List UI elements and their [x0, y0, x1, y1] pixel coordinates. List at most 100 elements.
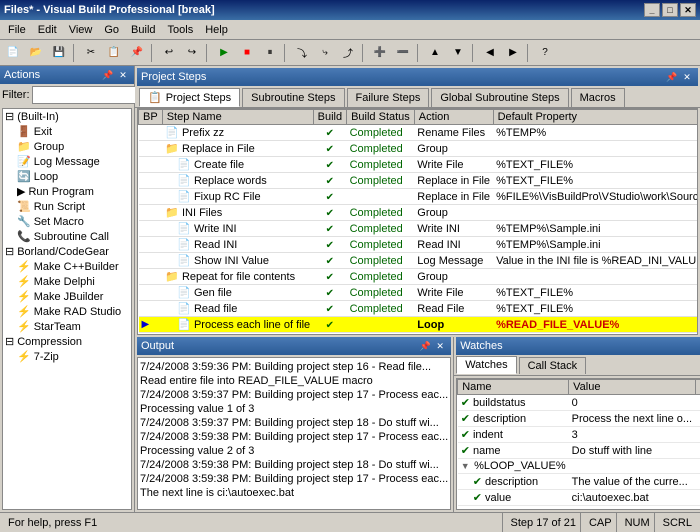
watch-row[interactable]: ✔ descriptionThe value of the curre... — [458, 474, 700, 490]
undo-button[interactable]: ↩ — [158, 42, 180, 64]
watch-row[interactable]: ✔ buildstatus0 — [458, 395, 700, 411]
tree-item-11[interactable]: ⚡Make Delphi — [3, 274, 131, 289]
table-row[interactable]: 📄 Do stuff with line✔CompletedLog Messag… — [139, 333, 699, 336]
table-row[interactable]: 📁 INI Files✔CompletedGroup — [139, 205, 699, 221]
build-cell[interactable]: ✔ — [313, 253, 346, 269]
tree-item-8[interactable]: 📞Subroutine Call — [3, 229, 131, 244]
table-row[interactable]: 📄 Fixup RC File✔Replace in File%FILE%\Vi… — [139, 189, 699, 205]
tree-item-10[interactable]: ⚡Make C++Builder — [3, 259, 131, 274]
tree-item-12[interactable]: ⚡Make JBuilder — [3, 289, 131, 304]
tree-item-6[interactable]: 📜Run Script — [3, 199, 131, 214]
ps-pin-icon[interactable]: 📌 — [665, 70, 679, 84]
maximize-button[interactable]: □ — [662, 3, 678, 17]
pin-icon[interactable]: 📌 — [101, 68, 115, 82]
menu-edit[interactable]: Edit — [32, 20, 63, 39]
tab-global-subroutine-steps[interactable]: Global Subroutine Steps — [431, 88, 568, 107]
run-button[interactable]: ▶ — [213, 42, 235, 64]
step-over-button[interactable]: ⤷ — [314, 42, 336, 64]
tree-item-1[interactable]: 🚪Exit — [3, 124, 131, 139]
out-close-icon[interactable]: ✕ — [433, 339, 447, 353]
close-button[interactable]: ✕ — [680, 3, 696, 17]
build-cell[interactable]: ✔ — [313, 125, 346, 141]
build-cell[interactable]: ✔ — [313, 317, 346, 333]
table-row[interactable]: 📄 Read file✔CompletedRead File%TEXT_FILE… — [139, 301, 699, 317]
tree-item-16[interactable]: ⚡7-Zip — [3, 349, 131, 364]
watch-row[interactable]: ✔ valueci:\autoexec.bat — [458, 490, 700, 506]
build-cell[interactable]: ✔ — [313, 333, 346, 336]
add-step-button[interactable]: ➕ — [369, 42, 391, 64]
expand-icon[interactable]: ▼ — [461, 461, 472, 471]
help-button[interactable]: ? — [534, 42, 556, 64]
tab-failure-steps[interactable]: Failure Steps — [347, 88, 430, 107]
back-button[interactable]: ◀ — [479, 42, 501, 64]
menu-build[interactable]: Build — [125, 20, 161, 39]
watch-row[interactable]: ✔ descriptionProcess the next line o... — [458, 411, 700, 427]
table-row[interactable]: 📄 Prefix zz✔CompletedRename Files%TEMP% — [139, 125, 699, 141]
tab-project-steps[interactable]: 📋 Project Steps — [139, 88, 240, 107]
build-cell[interactable]: ✔ — [313, 301, 346, 317]
minimize-button[interactable]: _ — [644, 3, 660, 17]
menu-go[interactable]: Go — [98, 20, 125, 39]
menu-view[interactable]: View — [63, 20, 99, 39]
tree-item-5[interactable]: ▶Run Program — [3, 184, 131, 199]
watches-table-container[interactable]: NameValueExpanded✔ buildstatus0✔ descrip… — [456, 378, 700, 510]
new-button[interactable]: 📄 — [2, 42, 24, 64]
paste-button[interactable]: 📌 — [126, 42, 148, 64]
forward-button[interactable]: ▶ — [502, 42, 524, 64]
tree-item-2[interactable]: 📁Group — [3, 139, 131, 154]
bottom-tab-watches[interactable]: Watches — [456, 356, 516, 374]
ps-close-icon[interactable]: ✕ — [680, 70, 694, 84]
table-row[interactable]: ▶📄 Process each line of file✔Loop%READ_F… — [139, 317, 699, 333]
menu-tools[interactable]: Tools — [162, 20, 200, 39]
table-row[interactable]: 📁 Repeat for file contents✔CompletedGrou… — [139, 269, 699, 285]
bottom-tab-call-stack[interactable]: Call Stack — [519, 357, 587, 374]
move-up-button[interactable]: ▲ — [424, 42, 446, 64]
actions-close-icon[interactable]: ✕ — [116, 68, 130, 82]
table-row[interactable]: 📄 Replace words✔CompletedReplace in File… — [139, 173, 699, 189]
build-cell[interactable]: ✔ — [313, 237, 346, 253]
menu-help[interactable]: Help — [199, 20, 234, 39]
tree-item-4[interactable]: 🔄Loop — [3, 169, 131, 184]
build-cell[interactable]: ✔ — [313, 189, 346, 205]
stop-button[interactable]: ■ — [236, 42, 258, 64]
table-row[interactable]: 📄 Read INI✔CompletedRead INI%TEMP%\Sampl… — [139, 237, 699, 253]
tree-item-3[interactable]: 📝Log Message — [3, 154, 131, 169]
build-cell[interactable]: ✔ — [313, 141, 346, 157]
menu-file[interactable]: File — [2, 20, 32, 39]
cut-button[interactable]: ✂ — [80, 42, 102, 64]
step-into-button[interactable]: ⤵ — [291, 42, 313, 64]
pause-button[interactable]: ⏸ — [259, 42, 281, 64]
steps-table-container[interactable]: BPStep NameBuildBuild StatusActionDefaul… — [137, 108, 698, 335]
step-out-button[interactable]: ⤴ — [337, 42, 359, 64]
tree-item-14[interactable]: ⚡StarTeam — [3, 319, 131, 334]
table-row[interactable]: 📁 Replace in File✔CompletedGroup — [139, 141, 699, 157]
tree-item-7[interactable]: 🔧Set Macro — [3, 214, 131, 229]
build-cell[interactable]: ✔ — [313, 173, 346, 189]
tree-item-0[interactable]: ⊟(Built-In) — [3, 109, 131, 124]
build-cell[interactable]: ✔ — [313, 285, 346, 301]
build-cell[interactable]: ✔ — [313, 221, 346, 237]
watch-row[interactable]: ▼ %LOOP_VALUE% — [458, 459, 700, 474]
build-cell[interactable]: ✔ — [313, 157, 346, 173]
watch-row[interactable]: ✔ indent3 — [458, 427, 700, 443]
delete-step-button[interactable]: ➖ — [392, 42, 414, 64]
open-button[interactable]: 📂 — [25, 42, 47, 64]
table-row[interactable]: 📄 Gen file✔CompletedWrite File%TEXT_FILE… — [139, 285, 699, 301]
build-cell[interactable]: ✔ — [313, 269, 346, 285]
watch-row[interactable]: ✔ nameDo stuff with line — [458, 443, 700, 459]
save-button[interactable]: 💾 — [48, 42, 70, 64]
tree-item-15[interactable]: ⊟Compression — [3, 334, 131, 349]
tree-item-13[interactable]: ⚡Make RAD Studio — [3, 304, 131, 319]
table-row[interactable]: 📄 Show INI Value✔CompletedLog MessageVal… — [139, 253, 699, 269]
build-cell[interactable]: ✔ — [313, 205, 346, 221]
copy-button[interactable]: 📋 — [103, 42, 125, 64]
tab-subroutine-steps[interactable]: Subroutine Steps — [242, 88, 344, 107]
table-row[interactable]: 📄 Write INI✔CompletedWrite INI%TEMP%\Sam… — [139, 221, 699, 237]
tab-macros[interactable]: Macros — [571, 88, 625, 107]
out-pin-icon[interactable]: 📌 — [418, 339, 432, 353]
redo-button[interactable]: ↪ — [181, 42, 203, 64]
output-content[interactable]: 7/24/2008 3:59:36 PM: Building project s… — [137, 357, 451, 510]
move-down-button[interactable]: ▼ — [447, 42, 469, 64]
tree-item-9[interactable]: ⊟Borland/CodeGear — [3, 244, 131, 259]
table-row[interactable]: 📄 Create file✔CompletedWrite File%TEXT_F… — [139, 157, 699, 173]
